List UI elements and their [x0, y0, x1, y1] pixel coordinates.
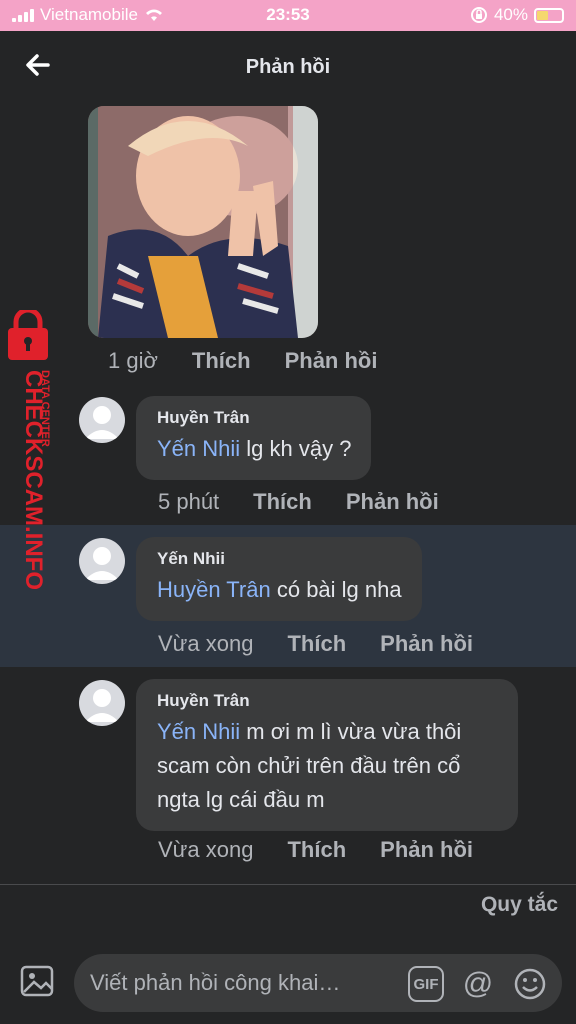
comment-text: Yến Nhii lg kh vậy ?	[157, 432, 351, 466]
comment-time: Vừa xong	[158, 837, 254, 862]
comment-author[interactable]: Huyền Trân	[157, 408, 351, 428]
mention-icon[interactable]: @	[460, 966, 496, 1002]
comment-meta: Vừa xong Thích Phản hồi	[158, 631, 507, 657]
comment-item: Huyền Trân Yến Nhii m ơi m lì vừa vừa th…	[0, 667, 576, 877]
status-bar: Vietnamobile 23:53 40%	[0, 0, 576, 31]
post-meta: 1 giờ Thích Phản hồi	[108, 348, 411, 374]
comment-bubble[interactable]: Huyền Trân Yến Nhii m ơi m lì vừa vừa th…	[136, 679, 518, 831]
comment-photo[interactable]	[88, 106, 318, 338]
reply-button[interactable]: Phản hồi	[346, 489, 439, 515]
comment-text: Huyền Trân có bài lg nha	[157, 573, 402, 607]
comment-meta: Vừa xong Thích Phản hồi	[158, 837, 507, 863]
comment-time: Vừa xong	[158, 631, 254, 656]
status-right: 40%	[470, 5, 564, 25]
like-button[interactable]: Thích	[287, 837, 346, 863]
comment-item-highlighted: Yến Nhii Huyền Trân có bài lg nha Vừa xo…	[0, 525, 576, 667]
comment-line: có bài lg nha	[270, 577, 402, 602]
avatar[interactable]	[79, 397, 125, 443]
comment-author[interactable]: Huyền Trân	[157, 691, 498, 711]
comment-bubble[interactable]: Yến Nhii Huyền Trân có bài lg nha	[136, 537, 422, 621]
emoji-icon[interactable]	[512, 966, 548, 1002]
comment-line-text: m ơi m lì vừa vừa thôi	[240, 719, 462, 744]
reply-button[interactable]: Phản hồi	[285, 348, 378, 374]
comment-time: 5 phút	[158, 489, 220, 514]
comment-meta: 5 phút Thích Phản hồi	[158, 489, 473, 515]
rules-bar: Quy tắc	[0, 884, 576, 934]
mention-link[interactable]: Yến Nhii	[157, 436, 240, 461]
comment-line: ngta lg cái đầu m	[157, 787, 325, 812]
composer: GIF @	[0, 940, 576, 1024]
comment-line: scam còn chửi trên đầu trên cổ	[157, 753, 461, 778]
avatar[interactable]	[79, 680, 125, 726]
comment-bubble[interactable]: Huyền Trân Yến Nhii lg kh vậy ?	[136, 396, 372, 480]
orientation-lock-icon	[470, 7, 487, 23]
page-title: Phản hồi	[245, 56, 331, 78]
battery-icon	[534, 7, 564, 23]
comment-text: Yến Nhii m ơi m lì vừa vừa thôi scam còn…	[157, 715, 498, 817]
reply-button[interactable]: Phản hồi	[380, 631, 473, 657]
comment-author[interactable]: Yến Nhii	[157, 549, 402, 569]
reply-button[interactable]: Phản hồi	[380, 837, 473, 863]
watermark-subtitle: DATA CENTER	[39, 370, 51, 447]
battery-percent: 40%	[493, 5, 528, 24]
comment-line: lg kh vậy ?	[240, 436, 352, 461]
comment-item: Huyền Trân Yến Nhii lg kh vậy ? 5 phút T…	[0, 383, 576, 525]
mention-link[interactable]: Huyền Trân	[157, 577, 271, 602]
like-button[interactable]: Thích	[287, 631, 346, 657]
mention-link[interactable]: Yến Nhii	[157, 719, 240, 744]
rules-link[interactable]: Quy tắc	[481, 893, 558, 917]
comment-line: Yến Nhii m ơi m lì vừa vừa thôi	[157, 715, 498, 749]
like-button[interactable]: Thích	[253, 489, 312, 515]
checkscam-watermark: CHECKSCAM.INFO DATA CENTER	[4, 307, 62, 590]
like-button[interactable]: Thích	[192, 348, 251, 374]
post-time: 1 giờ	[108, 348, 158, 373]
photo-icon[interactable]	[19, 962, 57, 1000]
header: Phản hồi	[0, 31, 576, 105]
gif-icon[interactable]: GIF	[408, 966, 444, 1002]
avatar[interactable]	[79, 538, 125, 584]
